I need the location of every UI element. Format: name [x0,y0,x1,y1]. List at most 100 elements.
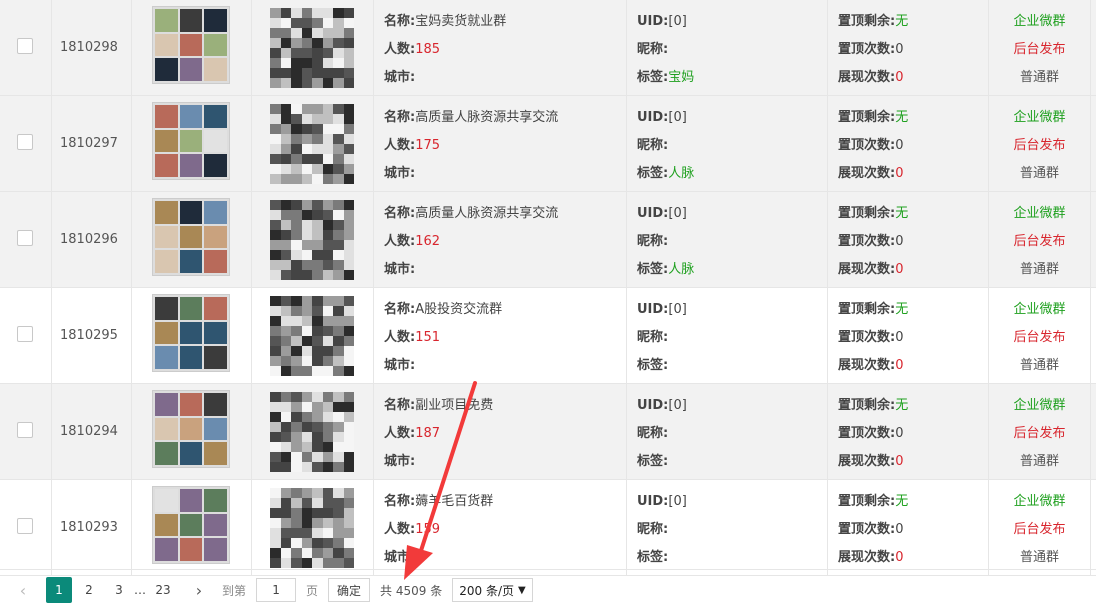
row-id: 1810297 [60,136,118,151]
row-checkbox[interactable] [17,326,33,342]
row-checkbox[interactable] [17,134,33,150]
confirm-button[interactable]: 确定 [328,578,371,602]
show-times-value: 0 [895,70,904,85]
row-checkbox[interactable] [17,518,33,534]
page-3-button[interactable]: 3 [106,577,132,603]
table-row: 1810293 名称:薅羊毛百货群 人数:159 城市: UID:[0] 昵称:… [0,480,1096,576]
goto-label: 到第 [222,583,247,598]
normal-group-link[interactable]: 普通群 [989,448,1090,476]
uid-value: [0] [668,494,687,509]
enterprise-group-link[interactable]: 企业微群 [989,488,1090,516]
page-2-button[interactable]: 2 [76,577,102,603]
row-actions: 企业微群 后台发布 普通群 [989,8,1090,92]
name-label: 名称: [384,302,416,317]
table-edge [1091,288,1096,383]
tag-label: 标签: [637,550,669,565]
uid-value: [0] [668,398,687,413]
group-info: 名称:宝妈卖货就业群 人数:185 城市: [384,8,506,92]
nickname-label: 昵称: [637,426,669,441]
backend-publish-link[interactable]: 后台发布 [989,420,1090,448]
row-checkbox[interactable] [17,38,33,54]
goto-page-input[interactable] [256,578,297,602]
city-label: 城市: [384,454,416,469]
normal-group-link[interactable]: 普通群 [989,544,1090,572]
group-avatar [152,294,230,372]
page-23-button[interactable]: 23 [150,577,176,603]
row-actions: 企业微群 后台发布 普通群 [989,392,1090,476]
group-avatar [152,198,230,276]
backend-publish-link[interactable]: 后台发布 [989,228,1090,256]
tag-label: 标签: [637,166,669,181]
name-label: 名称: [384,398,416,413]
normal-group-link[interactable]: 普通群 [989,64,1090,92]
table-row: 1810298 名称:宝妈卖货就业群 人数:185 城市: UID:[0] 昵称… [0,0,1096,96]
city-label: 城市: [384,166,416,181]
show-times-label: 展现次数: [838,166,896,181]
row-actions: 企业微群 后台发布 普通群 [989,296,1090,380]
group-avatar [152,390,230,468]
table-edge [1091,96,1096,191]
group-name: 宝妈卖货就业群 [415,14,507,29]
city-label: 城市: [384,70,416,85]
top-remain-label: 置顶剩余: [838,206,896,221]
enterprise-group-link[interactable]: 企业微群 [989,296,1090,324]
tag-value: 宝妈 [668,70,695,85]
group-info: 名称:A股投资交流群 人数:151 城市: [384,296,502,380]
owner-info: UID:[0] 昵称: 标签: [637,392,687,476]
prev-page-button[interactable]: ‹ [10,577,36,603]
uid-label: UID: [637,302,669,317]
page-size-select[interactable]: 200 条/页 ▼ [452,578,533,602]
page-unit-label: 页 [306,583,319,598]
table-edge [1091,0,1096,95]
qr-code-image [270,296,354,376]
backend-publish-link[interactable]: 后台发布 [989,324,1090,352]
total-count: 共 4509 条 [380,583,443,598]
table-row: 1810297 名称:高质量人脉资源共享交流 人数:175 城市: UID:[0… [0,96,1096,192]
group-name: 薅羊毛百货群 [415,494,494,509]
next-page-button[interactable]: › [186,577,212,603]
count-label: 人数: [384,234,416,249]
member-count: 185 [415,42,441,57]
backend-publish-link[interactable]: 后台发布 [989,516,1090,544]
uid-value: [0] [668,206,687,221]
owner-info: UID:[0] 昵称: 标签:人脉 [637,104,694,188]
top-times-label: 置顶次数: [838,426,896,441]
page-ellipsis: … [134,583,146,597]
pin-stats: 置顶剩余:无 置顶次数:0 展现次数:0 [838,8,908,92]
checkbox-cell [0,384,52,479]
normal-group-link[interactable]: 普通群 [989,256,1090,284]
enterprise-group-link[interactable]: 企业微群 [989,200,1090,228]
top-times-label: 置顶次数: [838,234,896,249]
show-times-label: 展现次数: [838,262,896,277]
top-times-label: 置顶次数: [838,330,896,345]
row-checkbox[interactable] [17,422,33,438]
uid-label: UID: [637,206,669,221]
row-checkbox[interactable] [17,230,33,246]
group-info: 名称:高质量人脉资源共享交流 人数:162 城市: [384,200,558,284]
show-times-value: 0 [895,550,904,565]
backend-publish-link[interactable]: 后台发布 [989,132,1090,160]
uid-label: UID: [637,494,669,509]
enterprise-group-link[interactable]: 企业微群 [989,8,1090,36]
nickname-label: 昵称: [637,330,669,345]
name-label: 名称: [384,494,416,509]
normal-group-link[interactable]: 普通群 [989,352,1090,380]
row-id: 1810294 [60,424,118,439]
backend-publish-link[interactable]: 后台发布 [989,36,1090,64]
enterprise-group-link[interactable]: 企业微群 [989,104,1090,132]
pin-stats: 置顶剩余:无 置顶次数:0 展现次数:0 [838,392,908,476]
qr-code-image [270,392,354,472]
group-info: 名称:薅羊毛百货群 人数:159 城市: [384,488,493,572]
uid-label: UID: [637,110,669,125]
table-row: 1810294 名称:副业项目免费 人数:187 城市: UID:[0] 昵称:… [0,384,1096,480]
top-remain-label: 置顶剩余: [838,110,896,125]
city-label: 城市: [384,358,416,373]
row-id: 1810298 [60,40,118,55]
group-info: 名称:高质量人脉资源共享交流 人数:175 城市: [384,104,558,188]
show-times-value: 0 [895,166,904,181]
normal-group-link[interactable]: 普通群 [989,160,1090,188]
group-avatar [152,486,230,564]
enterprise-group-link[interactable]: 企业微群 [989,392,1090,420]
page-1-button[interactable]: 1 [46,577,72,603]
count-label: 人数: [384,330,416,345]
